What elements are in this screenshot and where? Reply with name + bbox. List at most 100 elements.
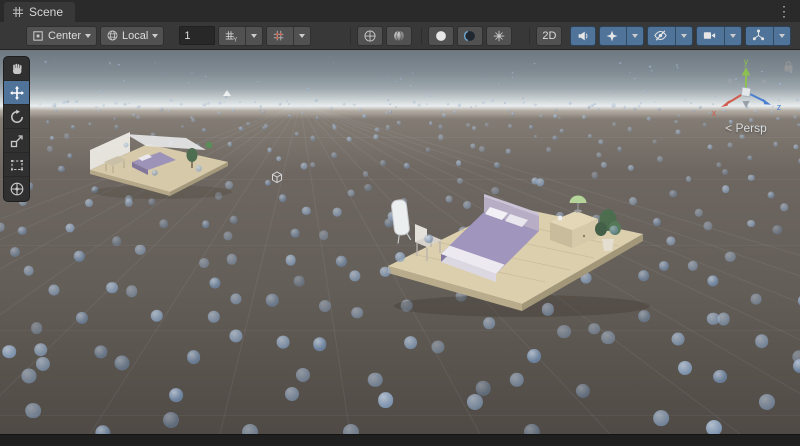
pivot-icon [32,29,45,42]
dropdown-caret-icon [681,34,687,38]
axis-neg-y-handle[interactable] [742,101,749,108]
particle [651,70,653,72]
particle [278,102,281,105]
tool-scale[interactable] [4,129,29,153]
particle [192,72,194,74]
gizmos-button[interactable] [745,26,791,46]
particle [170,99,173,102]
flare-button[interactable] [486,26,512,46]
rotation-mode-label: Local [122,30,148,42]
particle [286,100,288,102]
tool-rotate[interactable] [4,105,29,129]
visibility-button[interactable] [647,26,693,46]
gizmo-lock-icon[interactable] [783,60,794,73]
axis-neg-x-handle[interactable] [761,79,766,84]
particle [291,229,300,238]
tool-rect[interactable] [4,153,29,177]
particle [253,101,255,103]
particle [276,156,282,162]
scene-viewport[interactable]: y x z < Persp [0,50,800,434]
particle [793,359,800,373]
effects-button[interactable] [599,26,644,46]
particle [76,312,88,324]
hand-icon [9,61,25,77]
audio-button[interactable] [570,26,596,46]
svg-text:Y: Y [234,36,238,42]
axis-center-cube[interactable] [741,87,750,96]
particle [302,207,310,215]
particle [491,99,493,101]
flare-icon [492,29,506,43]
axis-gizmo[interactable]: y x z [706,58,786,120]
visibility-dropdown[interactable] [675,27,687,45]
tab-options-button[interactable]: ⋮ [768,2,800,22]
eye-slash-icon [653,28,668,43]
dropdown-caret-icon [730,34,736,38]
particle [315,99,318,102]
particle [677,67,679,69]
particle [204,75,206,77]
projection-toggle[interactable]: < Persp [706,121,786,135]
tab-scene[interactable]: Scene [4,2,75,22]
axis-neg-z-handle[interactable] [727,78,732,83]
night-mode-button[interactable] [457,26,483,46]
particle [588,134,592,138]
tool-view[interactable] [4,57,29,81]
particle [676,64,678,66]
rotation-mode-button[interactable]: Local [100,26,164,46]
particle [333,62,334,63]
pivot-mode-button[interactable]: Center [26,26,97,46]
particle [629,72,631,74]
particle [223,231,232,240]
2d-toggle-button[interactable]: 2D [536,26,562,46]
particle [456,160,462,166]
particle [385,125,389,129]
particle [163,412,179,428]
particle [531,178,538,185]
particle [428,94,430,96]
particle [601,162,607,168]
grid-size-input[interactable] [179,26,215,45]
particle [123,80,125,82]
snap-increment-button[interactable] [266,26,311,46]
shaded-mode-button[interactable] [386,26,412,46]
particle [362,115,365,118]
particle [748,174,755,181]
particle [202,86,204,88]
particle [793,145,798,150]
particle [64,133,70,139]
particle [50,136,54,140]
particle-marker-icon [223,90,231,96]
particle [225,96,227,98]
particle [658,108,661,111]
bedroom-model-large[interactable] [372,190,652,318]
bedroom-model-small[interactable] [80,122,240,206]
tool-move[interactable] [4,81,29,105]
particle [747,220,755,228]
particle [666,236,675,245]
particle [429,121,433,125]
particle [209,278,220,289]
particle [692,110,694,112]
particle [364,184,372,192]
effects-dropdown[interactable] [626,27,638,45]
particle [601,331,615,345]
camera-dropdown[interactable] [724,27,736,45]
particle [218,111,221,114]
particle [288,102,290,104]
particle [494,162,500,168]
gizmos-dropdown[interactable] [773,27,785,45]
particle [554,109,557,112]
grid-visibility-button[interactable]: Y [218,26,263,46]
grid-visibility-dropdown[interactable] [245,27,257,45]
particle [504,102,506,104]
particle [476,381,491,396]
lighting-button[interactable] [428,26,454,46]
particle [400,77,402,79]
particle [259,105,262,108]
tool-transform[interactable] [4,177,29,201]
camera-button[interactable] [696,26,742,46]
snap-grid-icon [272,29,286,43]
snap-increment-dropdown[interactable] [293,27,305,45]
draw-mode-button[interactable] [357,26,383,46]
